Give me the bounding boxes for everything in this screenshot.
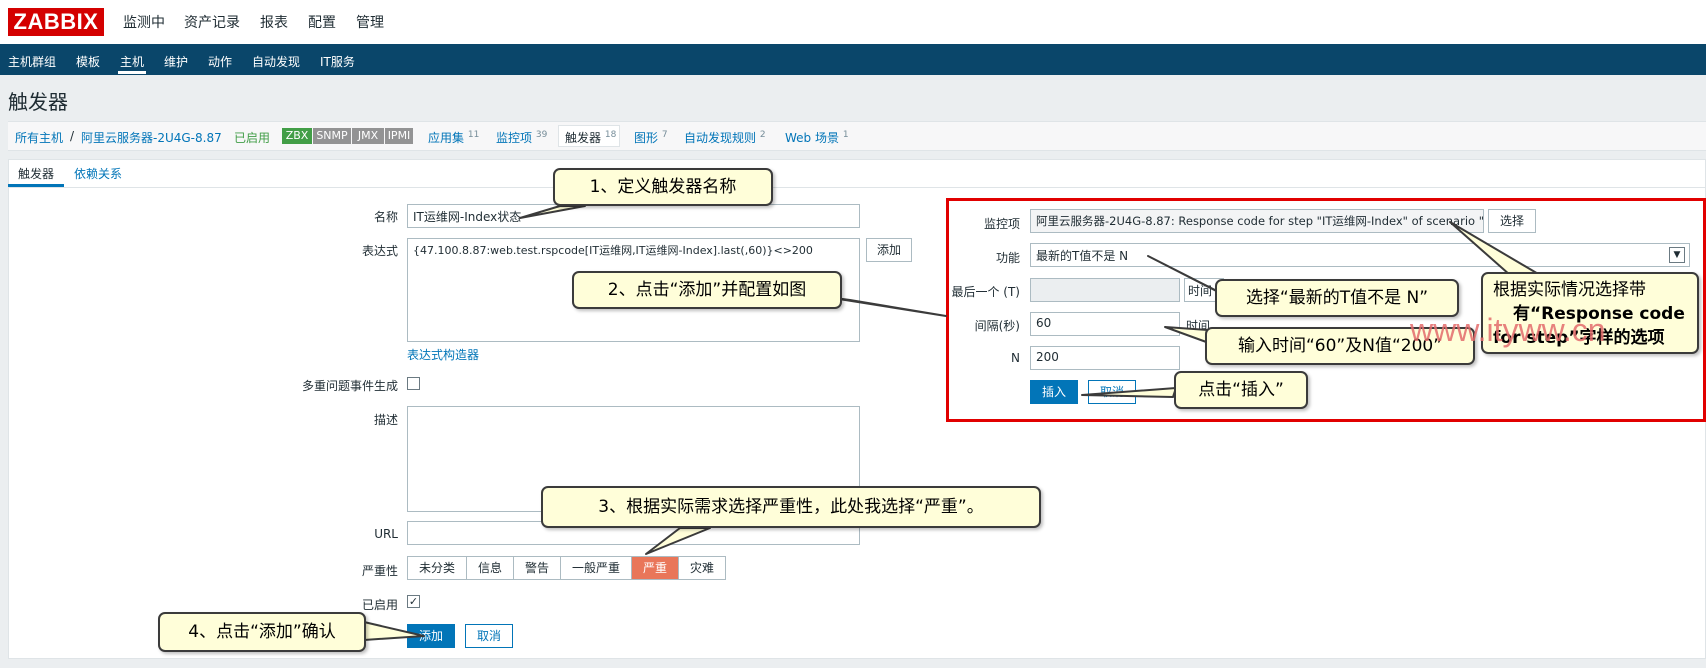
condition-interval-label: 间隔(秒) <box>974 319 1020 333</box>
breadcrumb-discovery-rules[interactable]: 自动发现规则 2 <box>684 129 766 146</box>
breadcrumb-web-scenarios[interactable]: Web 场景 1 <box>785 129 849 146</box>
top-nav <box>0 0 1706 44</box>
breadcrumb-host[interactable]: 阿里云服务器-2U4G-8.87 <box>81 129 222 146</box>
subnav-host-groups[interactable]: 主机群组 <box>8 53 56 70</box>
cancel-trigger-button[interactable]: 取消 <box>465 624 513 648</box>
breadcrumb-triggers[interactable]: 触发器 18 <box>565 129 616 146</box>
callout-select-item-line1: 根据实际情况选择带 <box>1493 280 1646 300</box>
callout-click-insert: 点击“插入” <box>1174 371 1308 409</box>
condition-last-input[interactable] <box>1030 278 1180 302</box>
subnav-active-indicator <box>118 71 146 74</box>
subnav-discovery[interactable]: 自动发现 <box>252 53 300 70</box>
nav-inventory[interactable]: 资产记录 <box>184 12 240 32</box>
host-status[interactable]: 已启用 <box>234 129 270 146</box>
tab-dependencies[interactable]: 依赖关系 <box>74 165 122 182</box>
breadcrumb-applications[interactable]: 应用集 11 <box>428 129 479 146</box>
condition-interval-input[interactable]: 60 <box>1030 312 1180 336</box>
nav-configuration[interactable]: 配置 <box>308 12 336 32</box>
nav-monitoring[interactable]: 监测中 <box>123 12 165 32</box>
severity-high[interactable]: 严重 <box>631 556 679 580</box>
page-title: 触发器 <box>8 90 68 114</box>
tab-trigger[interactable]: 触发器 <box>18 165 54 182</box>
tab-divider <box>8 187 1706 188</box>
url-label: URL <box>374 527 398 541</box>
multiple-events-checkbox[interactable] <box>407 377 420 390</box>
callout-step2: 2、点击“添加”并配置如图 <box>572 271 842 309</box>
callout-step3: 3、根据实际需求选择严重性，此处我选择“严重”。 <box>541 486 1041 528</box>
insert-condition-button[interactable]: 插入 <box>1030 380 1078 404</box>
callout-step4: 4、点击“添加”确认 <box>158 612 366 652</box>
nav-reports[interactable]: 报表 <box>260 12 288 32</box>
expression-builder-link[interactable]: 表达式构造器 <box>407 346 479 363</box>
enabled-label: 已启用 <box>361 598 398 612</box>
breadcrumb-graphs[interactable]: 图形 7 <box>634 129 668 146</box>
tag-snmp: SNMP <box>313 128 351 144</box>
severity-not-classified[interactable]: 未分类 <box>407 556 467 580</box>
severity-disaster[interactable]: 灾难 <box>678 556 726 580</box>
condition-last-label: 最后一个 (T) <box>951 285 1020 299</box>
condition-item-input[interactable]: 阿里云服务器-2U4G-8.87: Response code for step… <box>1030 209 1484 233</box>
breadcrumb-all-hosts[interactable]: 所有主机 <box>15 129 63 146</box>
add-trigger-button[interactable]: 添加 <box>407 624 455 648</box>
breadcrumb-items[interactable]: 监控项 39 <box>496 129 547 146</box>
name-input[interactable]: IT运维网-Index状态 <box>407 204 860 228</box>
select-item-button[interactable]: 选择 <box>1488 209 1536 233</box>
enabled-checkbox[interactable]: ✓ <box>407 595 420 608</box>
callout-step1: 1、定义触发器名称 <box>553 168 773 206</box>
zabbix-logo[interactable]: ZABBIX <box>8 8 104 36</box>
severity-label: 严重性 <box>361 564 398 578</box>
subnav-hosts[interactable]: 主机 <box>120 53 144 70</box>
tag-jmx: JMX <box>352 128 384 144</box>
expression-label: 表达式 <box>361 244 398 258</box>
severity-average[interactable]: 一般严重 <box>560 556 632 580</box>
condition-function-select[interactable]: 最新的T值不是 N <box>1030 243 1690 267</box>
cancel-condition-button[interactable]: 取消 <box>1088 380 1136 404</box>
condition-item-label: 监控项 <box>983 217 1020 231</box>
condition-n-input[interactable]: 200 <box>1030 346 1180 370</box>
name-label: 名称 <box>373 210 398 224</box>
condition-function-label: 功能 <box>995 251 1020 265</box>
condition-n-label: N <box>1011 351 1020 365</box>
chevron-down-icon[interactable]: ▼ <box>1669 247 1685 263</box>
tag-zbx: ZBX <box>282 128 312 144</box>
breadcrumb-separator: / <box>70 129 75 143</box>
multiple-events-label: 多重问题事件生成 <box>301 379 398 393</box>
subnav-maintenance[interactable]: 维护 <box>164 53 188 70</box>
subnav-it-services[interactable]: IT服务 <box>320 53 355 70</box>
description-label: 描述 <box>373 413 398 427</box>
nav-administration[interactable]: 管理 <box>356 12 384 32</box>
severity-information[interactable]: 信息 <box>466 556 514 580</box>
watermark: www.ityww.cn <box>1410 312 1606 348</box>
subnav-actions[interactable]: 动作 <box>208 53 232 70</box>
subnav-templates[interactable]: 模板 <box>76 53 100 70</box>
tag-ipmi: IPMI <box>385 128 413 144</box>
severity-warning[interactable]: 警告 <box>513 556 561 580</box>
